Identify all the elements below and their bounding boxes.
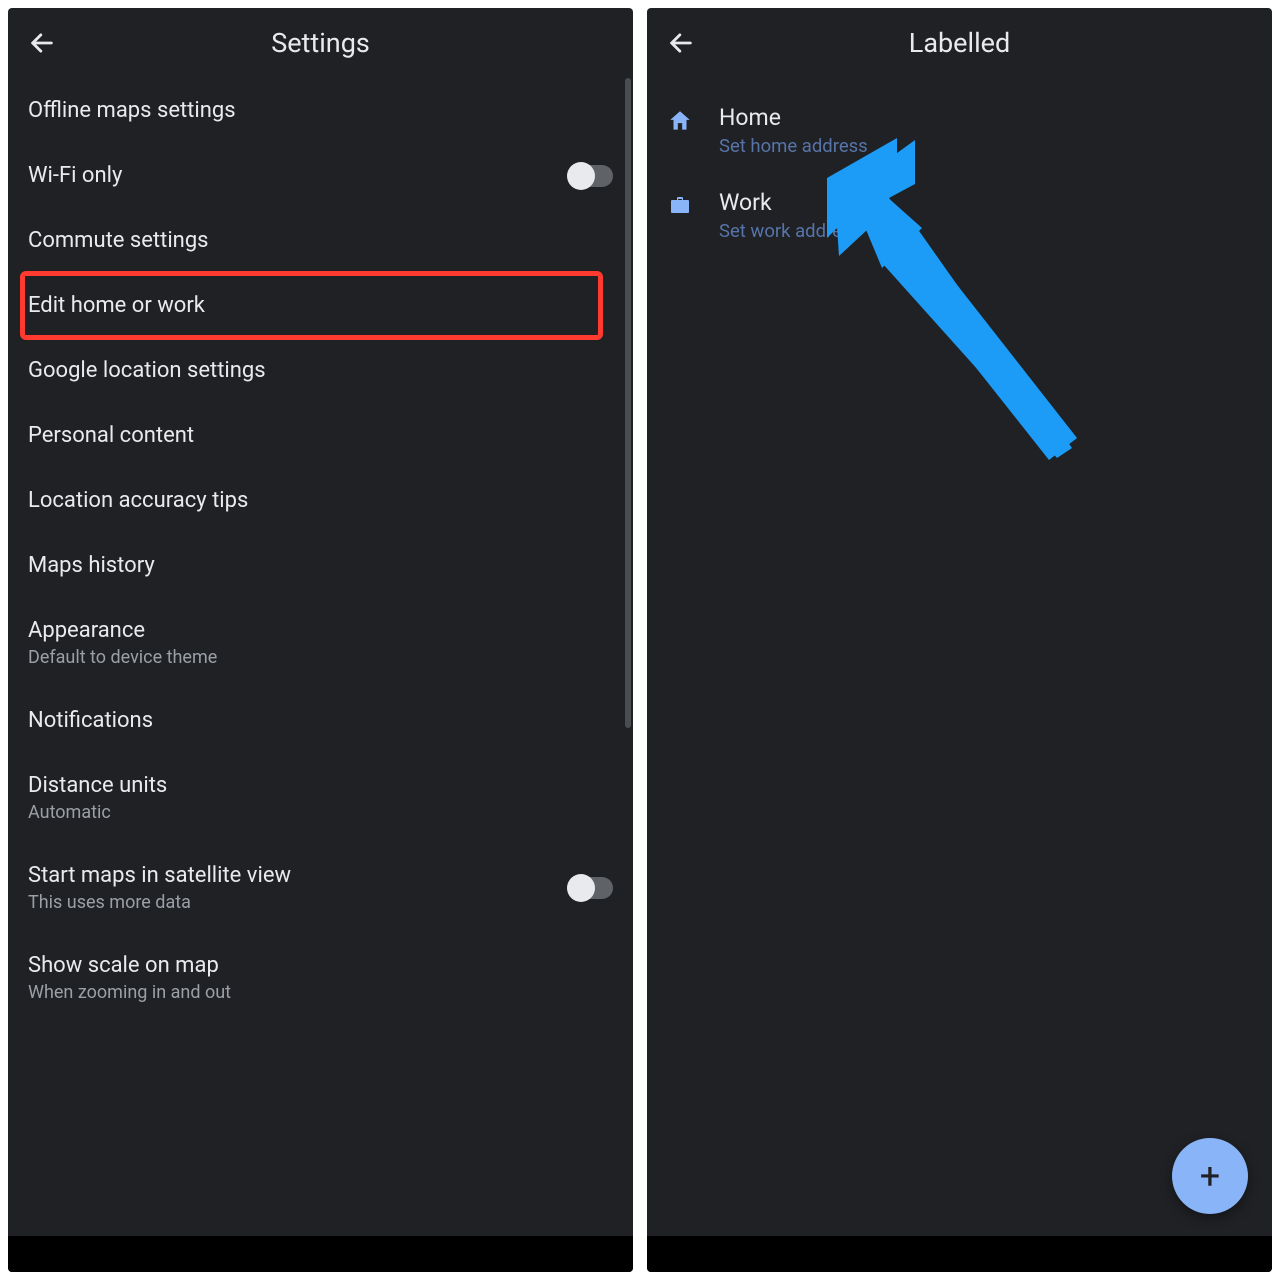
setting-label: Show scale on map	[28, 953, 231, 978]
toggle-knob	[567, 162, 595, 190]
setting-label: Appearance	[28, 618, 217, 643]
back-arrow-icon	[28, 29, 56, 57]
setting-label: Distance units	[28, 773, 167, 798]
labelled-header: Labelled	[647, 8, 1272, 78]
plus-icon: +	[1200, 1155, 1220, 1197]
labelled-list: Home Set home address Work Set work addr…	[647, 78, 1272, 258]
toggle-knob	[567, 874, 595, 902]
setting-label: Personal content	[28, 423, 194, 448]
labelled-item-home[interactable]: Home Set home address	[647, 88, 1272, 173]
briefcase-icon	[665, 189, 695, 217]
nav-bar	[8, 1236, 633, 1272]
labelled-screen: Labelled Home Set home address Work Set …	[647, 8, 1272, 1272]
back-arrow-icon	[667, 29, 695, 57]
setting-label: Maps history	[28, 553, 155, 578]
setting-personal-content[interactable]: Personal content	[8, 403, 633, 468]
setting-sublabel: This uses more data	[28, 892, 291, 913]
nav-bar	[647, 1236, 1272, 1272]
setting-satellite-view[interactable]: Start maps in satellite view This uses m…	[8, 843, 633, 933]
setting-sublabel: Automatic	[28, 802, 167, 823]
setting-sublabel: Default to device theme	[28, 647, 217, 668]
setting-distance-units[interactable]: Distance units Automatic	[8, 753, 633, 843]
back-button[interactable]	[661, 23, 701, 63]
setting-label: Notifications	[28, 708, 153, 733]
setting-label: Commute settings	[28, 228, 209, 253]
setting-maps-history[interactable]: Maps history	[8, 533, 633, 598]
page-title: Labelled	[647, 27, 1272, 59]
settings-header: Settings	[8, 8, 633, 78]
setting-notifications[interactable]: Notifications	[8, 688, 633, 753]
setting-label: Edit home or work	[28, 293, 205, 318]
setting-show-scale[interactable]: Show scale on map When zooming in and ou…	[8, 933, 633, 1023]
back-button[interactable]	[22, 23, 62, 63]
labelled-title: Work	[719, 189, 861, 216]
setting-google-location[interactable]: Google location settings	[8, 338, 633, 403]
settings-screen: Settings Offline maps settings Wi-Fi onl…	[8, 8, 633, 1272]
setting-edit-home-work[interactable]: Edit home or work	[8, 273, 633, 338]
setting-appearance[interactable]: Appearance Default to device theme	[8, 598, 633, 688]
satellite-toggle[interactable]	[569, 877, 613, 899]
wifi-only-toggle[interactable]	[569, 165, 613, 187]
setting-label: Wi-Fi only	[28, 163, 122, 188]
add-label-fab[interactable]: +	[1172, 1138, 1248, 1214]
setting-commute[interactable]: Commute settings	[8, 208, 633, 273]
labelled-item-work[interactable]: Work Set work address	[647, 173, 1272, 258]
setting-label: Offline maps settings	[28, 98, 236, 123]
page-title: Settings	[8, 27, 633, 59]
setting-sublabel: When zooming in and out	[28, 982, 231, 1003]
settings-list: Offline maps settings Wi-Fi only Commute…	[8, 78, 633, 1023]
labelled-title: Home	[719, 104, 868, 131]
setting-label: Google location settings	[28, 358, 266, 383]
setting-label: Start maps in satellite view	[28, 863, 291, 888]
labelled-sublabel: Set home address	[719, 135, 868, 157]
labelled-sublabel: Set work address	[719, 220, 861, 242]
setting-offline-maps[interactable]: Offline maps settings	[8, 78, 633, 143]
setting-location-accuracy[interactable]: Location accuracy tips	[8, 468, 633, 533]
setting-label: Location accuracy tips	[28, 488, 248, 513]
setting-wifi-only[interactable]: Wi-Fi only	[8, 143, 633, 208]
home-icon	[665, 104, 695, 134]
